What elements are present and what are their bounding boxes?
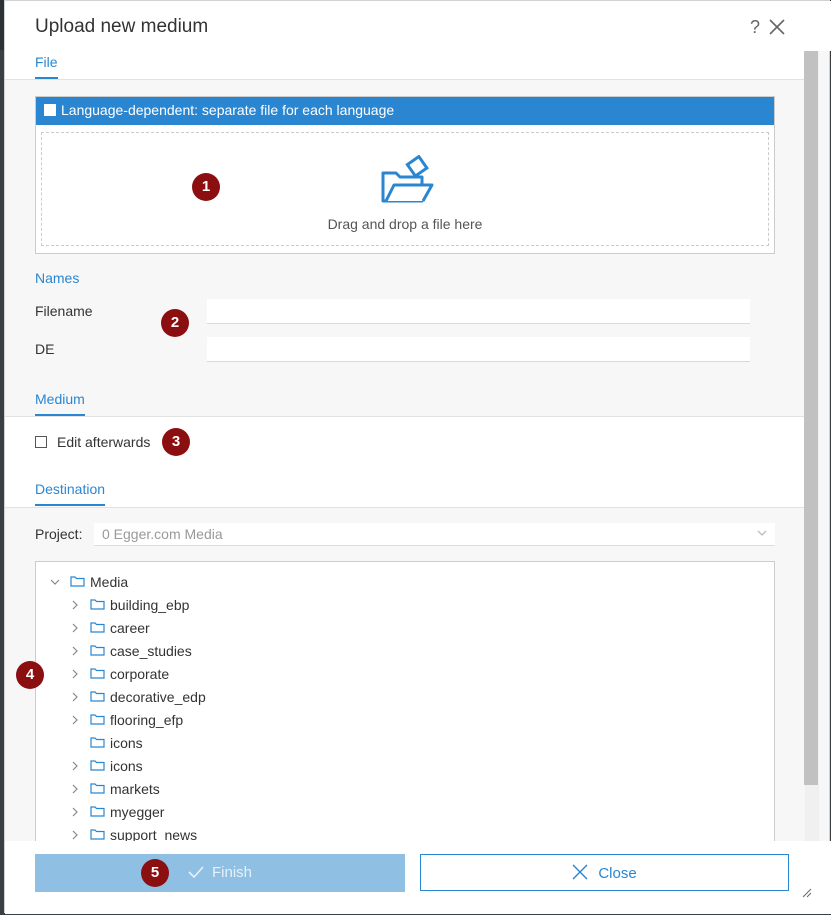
- tree-item-label: icons: [110, 735, 143, 751]
- chevron-right-icon[interactable]: [70, 807, 80, 817]
- folder-icon: [90, 829, 105, 840]
- help-button[interactable]: ?: [750, 17, 760, 37]
- resize-grip-icon[interactable]: [800, 886, 812, 898]
- language-dependent-bar[interactable]: Language-dependent: separate file for ea…: [36, 97, 774, 125]
- folder-icon: [70, 576, 85, 587]
- medium-band: [5, 417, 805, 507]
- media-tree[interactable]: Media building_ebpcareer case_studiescorp…: [35, 561, 775, 841]
- de-label: DE: [35, 341, 55, 357]
- folder-icon: [90, 737, 105, 748]
- badge-4: 4: [16, 661, 44, 689]
- filename-input[interactable]: [207, 299, 750, 324]
- tab-medium[interactable]: Medium: [35, 391, 85, 416]
- chevron-right-icon[interactable]: [70, 600, 80, 610]
- checkmark-icon: [188, 866, 204, 879]
- folder-icon: [90, 622, 105, 633]
- tree-item-label: flooring_efp: [110, 712, 184, 728]
- file-tab-band: [5, 51, 805, 79]
- folder-icon: [90, 645, 105, 656]
- folder-icon: [90, 760, 105, 771]
- tab-rule: [5, 507, 805, 508]
- filename-label: Filename: [35, 303, 93, 319]
- badge-1: 1: [192, 173, 220, 201]
- names-section-title: Names: [35, 270, 80, 286]
- chevron-right-icon[interactable]: [70, 623, 80, 633]
- drop-text: Drag and drop a file here: [327, 216, 483, 232]
- project-select-value: 0 Egger.com Media: [102, 526, 223, 542]
- folder-icon: [90, 599, 105, 610]
- close-button[interactable]: Close: [420, 854, 789, 891]
- close-x-icon: [572, 864, 588, 880]
- tree-item-label: icons: [110, 758, 143, 774]
- folder-icon: [90, 783, 105, 794]
- tree-item-label: corporate: [110, 666, 170, 682]
- folder-icon: [90, 668, 105, 679]
- close-button-content: Close: [421, 864, 788, 882]
- folder-upload-icon: [381, 155, 434, 203]
- chevron-right-icon[interactable]: [70, 692, 80, 702]
- chevron-right-icon[interactable]: [70, 761, 80, 771]
- language-dependent-checkbox[interactable]: [44, 104, 56, 116]
- chevron-right-icon[interactable]: [70, 715, 80, 725]
- close-dialog-icon[interactable]: [768, 18, 786, 36]
- badge-2: 2: [161, 309, 189, 337]
- finish-button[interactable]: Finish: [35, 854, 405, 892]
- tree-item-label: myegger: [110, 804, 165, 820]
- badge-3: 3: [162, 428, 190, 456]
- chevron-down-icon: [757, 530, 767, 536]
- tree-root-label: Media: [90, 574, 129, 590]
- tree-item-label: case_studies: [110, 643, 192, 659]
- dialog-title: Upload new medium: [35, 16, 209, 37]
- tree-item-label: support_news: [110, 827, 198, 841]
- chevron-right-icon[interactable]: [70, 830, 80, 840]
- close-label: Close: [598, 865, 637, 882]
- project-label: Project:: [35, 526, 83, 542]
- tab-rule: [5, 79, 805, 80]
- de-input[interactable]: [207, 337, 750, 362]
- drop-zone[interactable]: Drag and drop a file here: [41, 132, 769, 246]
- upload-medium-dialog: Upload new medium ? File Language-depend…: [4, 0, 831, 914]
- tree-item-label: decorative_edp: [110, 689, 206, 705]
- dialog-footer: Finish 5 Close: [5, 841, 831, 914]
- edit-afterwards-label: Edit afterwards: [57, 434, 151, 450]
- chevron-right-icon[interactable]: [70, 784, 80, 794]
- chevron-right-icon[interactable]: [70, 669, 80, 679]
- project-select[interactable]: 0 Egger.com Media: [94, 523, 775, 546]
- tree-item-label: markets: [110, 781, 160, 797]
- dialog-header: Upload new medium ?: [5, 1, 831, 51]
- scrollbar-thumb[interactable]: [804, 51, 818, 785]
- folder-icon: [90, 691, 105, 702]
- finish-label: Finish: [211, 864, 252, 881]
- upload-box: Language-dependent: separate file for ea…: [35, 96, 775, 254]
- folder-icon: [90, 714, 105, 725]
- tab-file[interactable]: File: [35, 54, 58, 79]
- finish-button-content: Finish: [35, 864, 405, 881]
- language-dependent-label: Language-dependent: separate file for ea…: [61, 102, 395, 118]
- edit-afterwards-checkbox[interactable]: [35, 436, 47, 448]
- dialog-scroll-area[interactable]: File Language-dependent: separate file f…: [5, 51, 805, 841]
- folder-icon: [90, 806, 105, 817]
- chevron-down-icon[interactable]: [50, 577, 60, 587]
- tree-item-label: career: [110, 620, 150, 636]
- tree-item-label: building_ebp: [110, 597, 190, 613]
- chevron-right-icon[interactable]: [70, 646, 80, 656]
- tab-destination[interactable]: Destination: [35, 481, 106, 506]
- badge-5: 5: [141, 859, 169, 887]
